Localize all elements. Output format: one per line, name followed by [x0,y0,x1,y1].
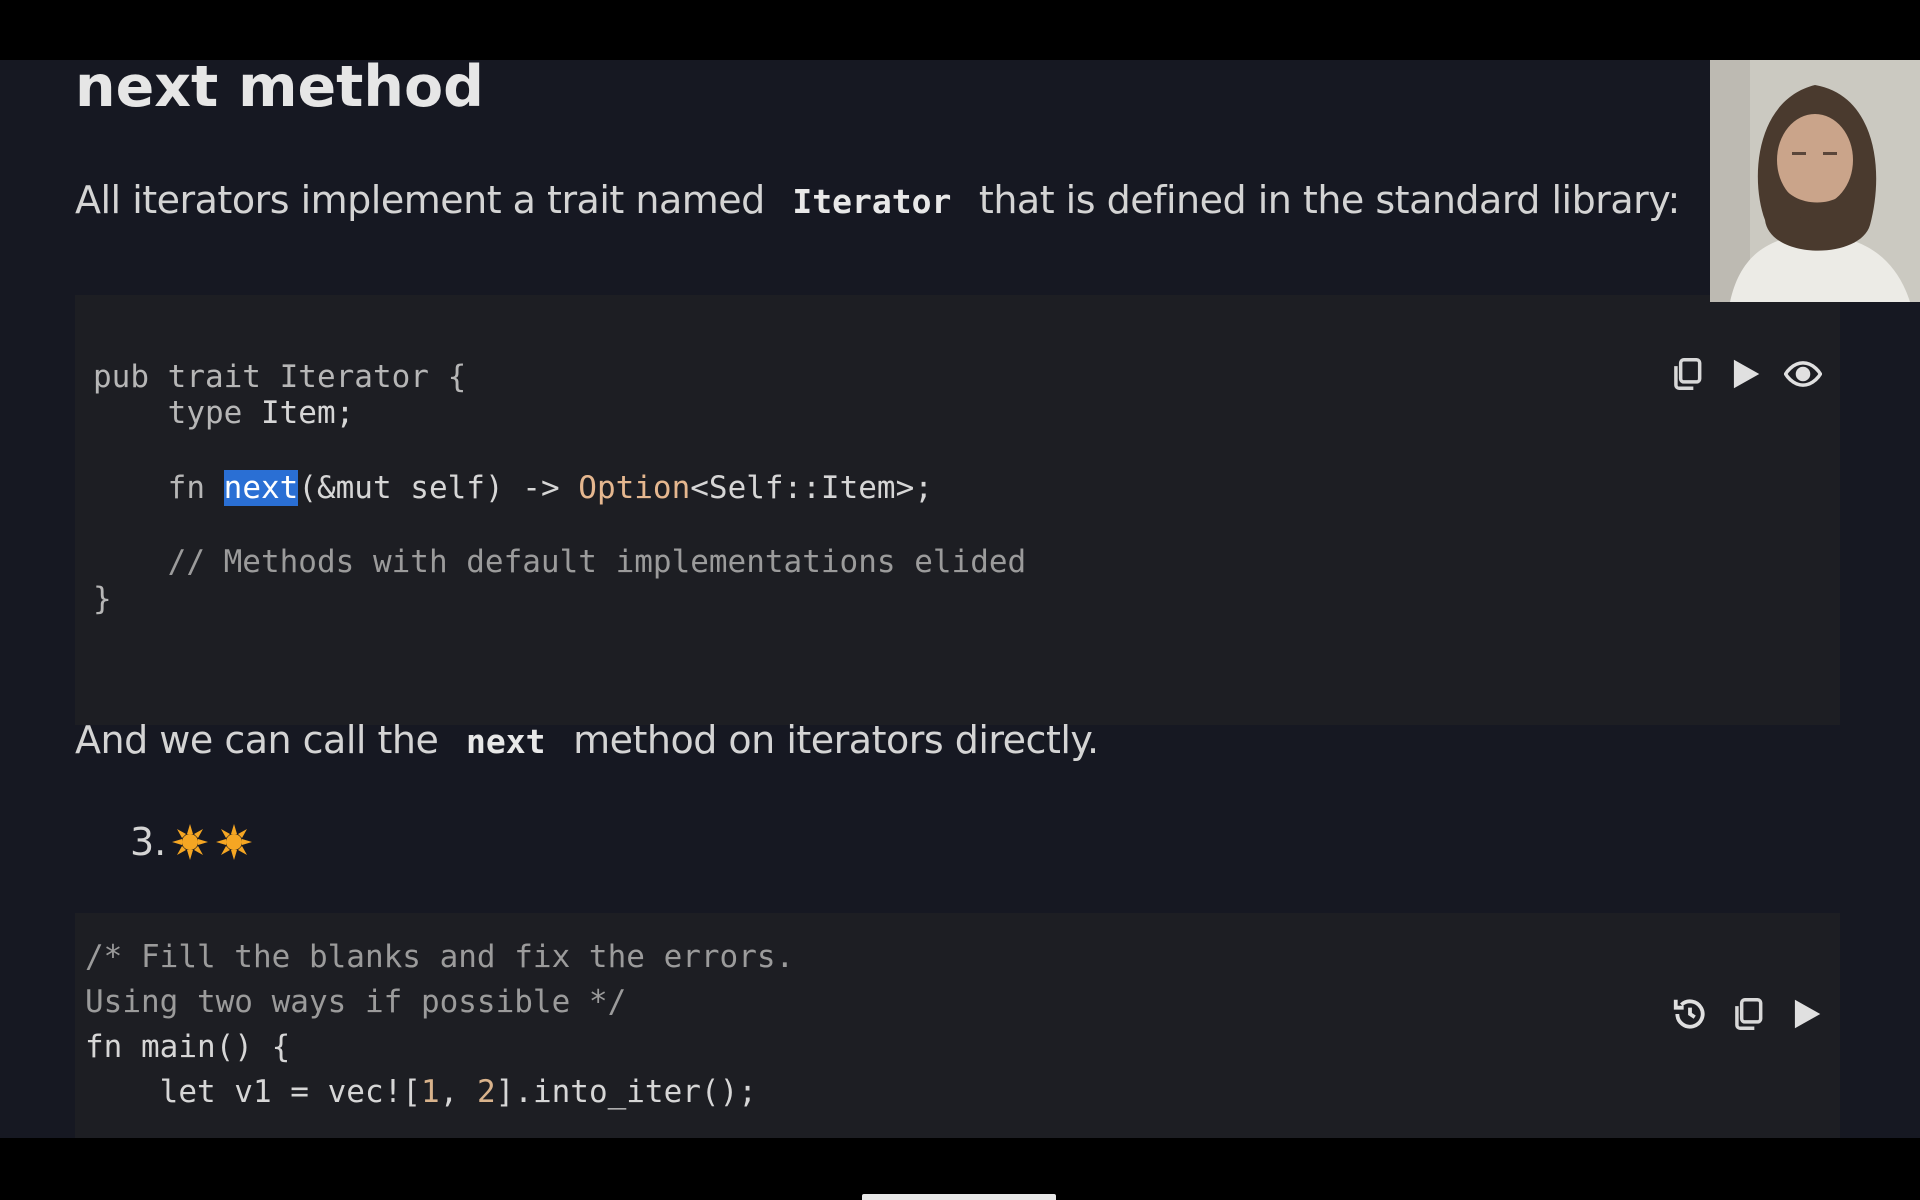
code-text: type [93,395,261,431]
star-icon [172,824,209,860]
code-line: fn next(&mut self) -> Option<Self::Item>… [93,468,933,508]
exercise-code-block[interactable]: /* Fill the blanks and fix the errors. U… [75,913,1840,1138]
code-line: } [93,579,112,619]
code-comment: // Methods with default implementations … [93,544,1027,580]
video-progress-indicator[interactable] [862,1194,1056,1200]
intro-text-before: All iterators implement a trait named [75,178,765,222]
intro-paragraph: All iterators implement a trait named It… [75,178,1680,222]
play-icon [1794,999,1821,1029]
code-text: ].into_iter(); [495,1074,757,1110]
code-comment: Using two ways if possible */ [85,984,627,1020]
run-button[interactable] [1784,992,1828,1036]
reset-code-button[interactable] [1668,992,1712,1036]
code-text: Item; [260,395,355,431]
code-text: , [439,1074,477,1110]
code-text: pub trait Iterator { [93,359,467,395]
code-line: let v1 = vec![1, 2].into_iter(); [85,1072,757,1112]
page-title: next method [75,60,484,120]
intro-text-after: that is defined in the standard library: [978,178,1680,222]
run-button[interactable] [1723,352,1767,396]
iterator-trait-code-block: pub trait Iterator { type Item; fn next(… [75,295,1840,725]
code-lines: /* Fill the blanks and fix the errors. U… [85,913,794,1129]
call-text-before: And we can call the [75,718,439,762]
code-text: <Self::Item>; [690,470,933,506]
star-icon [216,824,253,860]
code-comment: /* Fill the blanks and fix the errors. [85,939,795,975]
code-line: type Item; [93,393,355,433]
toggle-hidden-lines-button[interactable] [1781,352,1825,396]
code-lines: pub trait Iterator { type Item; fn next(… [93,295,1026,617]
code-block-2-toolbar [1668,992,1828,1036]
inline-code-iterator: Iterator [792,182,952,221]
copy-button[interactable] [1726,992,1770,1036]
copy-button[interactable] [1665,352,1709,396]
code-text: fn main() { [85,1029,291,1065]
code-text: fn [93,470,224,506]
code-block-1-toolbar [1665,352,1825,396]
play-icon [1733,359,1760,389]
code-text: (&mut self) -> [298,470,579,506]
book-page: next method All iterators implement a tr… [0,60,1920,1138]
code-line: fn main() { [85,1027,290,1067]
code-line: // Methods with default implementations … [93,542,1027,582]
code-line: Using two ways if possible */ [85,982,626,1022]
code-line: /* Fill the blanks and fix the errors. [85,937,794,977]
call-text-after: method on iterators directly. [573,718,1099,762]
undo-icon [1673,999,1705,1029]
webcam-overlay [1710,60,1920,302]
copy-icon [1735,998,1763,1030]
presenter-avatar [1710,60,1920,302]
code-line: pub trait Iterator { [93,357,466,397]
code-text: } [93,581,112,617]
exercise-list-item: 3. [130,820,254,864]
inline-code-next: next [466,722,546,761]
call-next-paragraph: And we can call the next method on itera… [75,718,1099,762]
code-text-option: Option [578,470,691,506]
code-number: 1 [420,1074,440,1110]
selected-word-next[interactable]: next [223,470,299,506]
top-letterbox-bar [0,0,1920,60]
bottom-letterbox-bar [0,1138,1920,1200]
list-number: 3. [130,820,167,864]
eye-icon [1784,361,1822,387]
copy-icon [1674,358,1702,390]
code-number: 2 [476,1074,496,1110]
code-text: let v1 = vec![ [85,1074,421,1110]
